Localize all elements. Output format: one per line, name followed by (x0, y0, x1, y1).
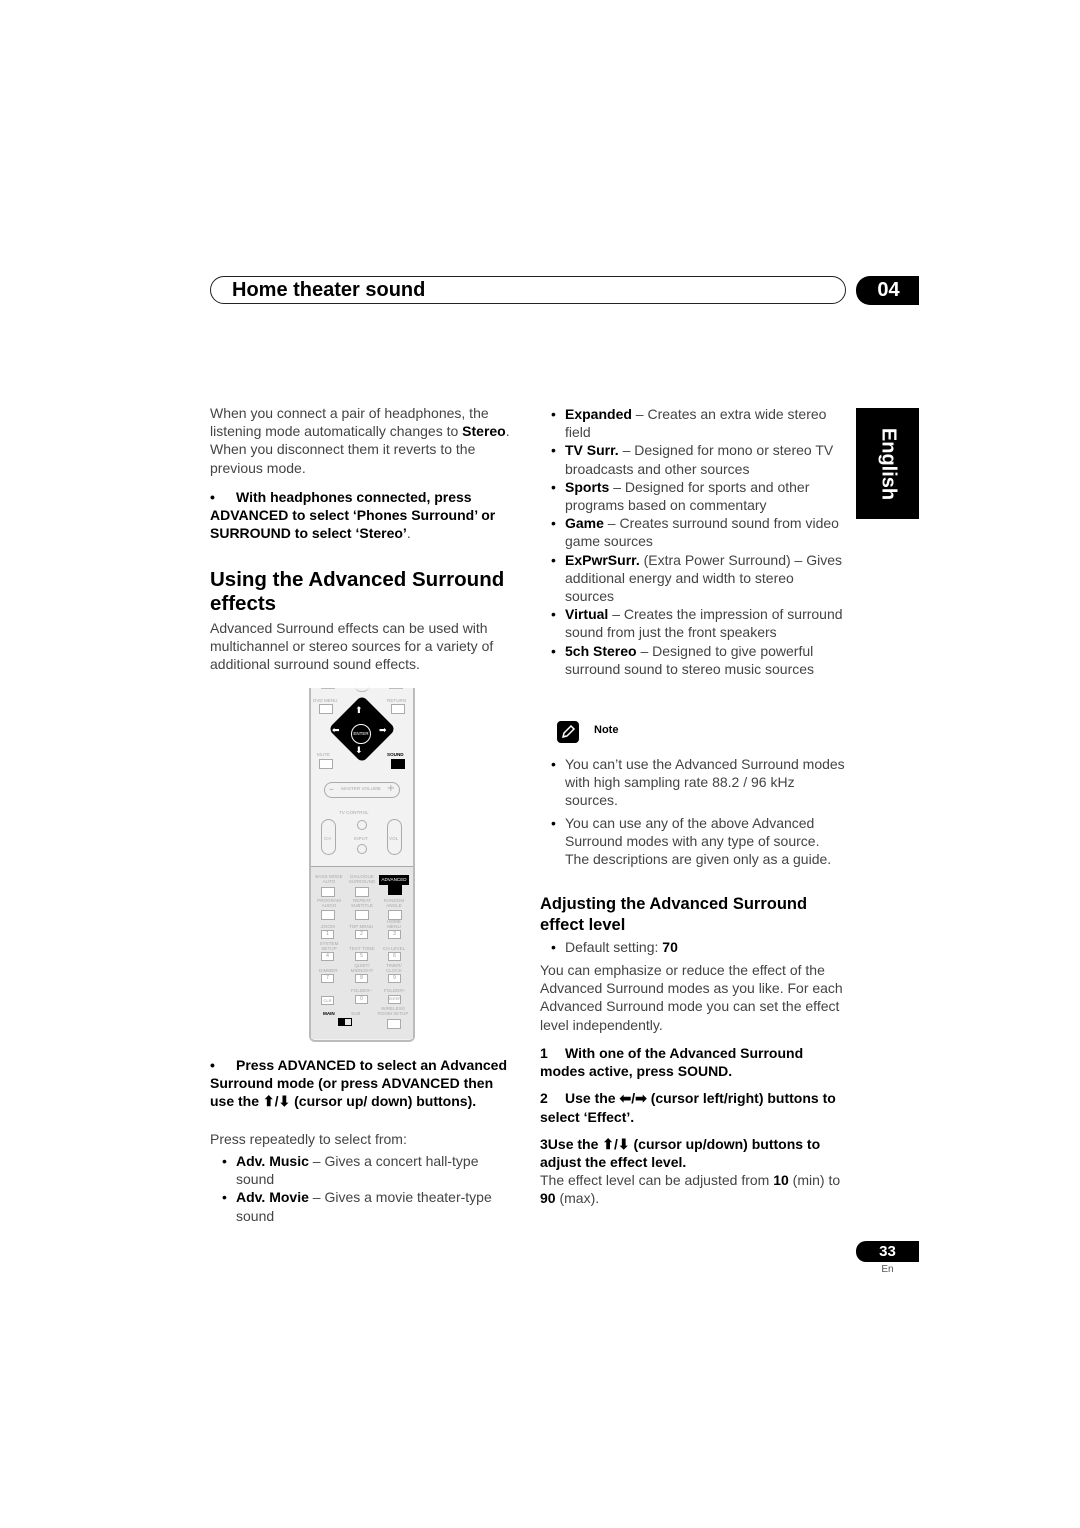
remote-label-mute: MUTE (317, 752, 331, 757)
step-2: 2 Use the ⬅/➡ (cursor left/right) buttons… (540, 1090, 836, 1125)
remote-mute-button (319, 759, 333, 769)
list-item: ExPwrSurr. (Extra Power Surround) – Give… (549, 551, 844, 606)
remote-label-master-volume: MASTER VOLUME (341, 786, 381, 791)
remote-label-dimmer: DIMMER (319, 968, 338, 973)
remote-digit-button: 3 (388, 930, 401, 939)
page-language: En (881, 1264, 894, 1275)
remote-enter-small-button: ENTER (388, 995, 401, 1004)
list-item: Sports – Designed for sports and other p… (549, 478, 844, 514)
remote-label-advanced: ADVANCED (379, 875, 409, 885)
remote-digit-button: 5 (355, 952, 368, 961)
language-label: English (877, 427, 899, 500)
remote-digit-button: 0 (355, 995, 368, 1004)
remote-label-main: MAIN (323, 1011, 335, 1016)
remote-input-button (357, 844, 367, 854)
remote-digit-button: 9 (388, 974, 401, 983)
list-item: 5ch Stereo – Designed to give powerful s… (549, 642, 844, 678)
headphones-instruction: • With headphones connected, press ADVANC… (210, 489, 496, 542)
right-mode-list: Expanded – Creates an extra wide stereo … (549, 405, 844, 678)
up-arrow-icon: ⬆ (355, 706, 363, 716)
language-tab: English (856, 408, 919, 519)
remote-label-folder-minus: FOLDER– (351, 988, 373, 993)
remote-label-input: INPUT (354, 836, 368, 841)
remote-label-test-tone: TEST TONE (349, 946, 375, 951)
section-intro: Advanced Surround effects can be used wi… (210, 620, 494, 673)
remote-label-top-menu: TOP MENU (349, 924, 374, 929)
remote-label-ch-level: CH LEVEL (383, 946, 406, 951)
remote-label-vol: VOL (389, 836, 399, 841)
remote-program-button (321, 910, 335, 920)
remote-repeat-button (355, 910, 369, 920)
list-item: Virtual – Creates the impression of surr… (549, 605, 844, 641)
remote-digit-button: 1 (321, 930, 334, 939)
remote-dialogue-button (355, 887, 369, 897)
remote-label-timer: TIMER/ CLOCK (386, 963, 402, 973)
remote-label-system-setup: SYSTEM SETUP (319, 941, 339, 951)
remote-dvd-menu-button (319, 704, 333, 714)
remote-label-home-menu: HOME MENU (387, 919, 401, 929)
remote-digit-button: 7 (321, 974, 334, 983)
remote-return-button (391, 704, 405, 714)
remote-clr-button: CLR (321, 996, 334, 1005)
steps-list: 1 With one of the Advanced Surround modes… (540, 1044, 845, 1208)
remote-digit-button: 6 (388, 952, 401, 961)
left-mode-list: Adv. Music – Gives a concert hall-type s… (220, 1152, 515, 1225)
adjust-heading: Adjusting the Advanced Surround effect l… (540, 895, 808, 934)
step-3: 3Use the ⬆/⬇ (cursor up/down) buttons to… (540, 1135, 821, 1171)
list-item: Adv. Music – Gives a concert hall-type s… (220, 1152, 515, 1188)
remote-label-wireless: WIRELESS ROOM SETUP (377, 1006, 409, 1016)
list-item: Adv. Movie – Gives a movie theater-type … (220, 1188, 515, 1224)
remote-label-zoom: ZOOM (321, 924, 335, 929)
remote-label-quiet: QUIET/ MIDNIGHT (350, 963, 374, 973)
remote-label-sound: SOUND (387, 752, 404, 757)
section-heading-advanced-surround: Using the Advanced Surround effects (210, 568, 505, 615)
remote-label-bass-mode: BASS MODE AUTO (315, 874, 343, 884)
remote-bass-mode-button (321, 887, 335, 897)
power-icon (357, 820, 367, 830)
remote-digit-button: 8 (355, 974, 368, 983)
list-item: You can use any of the above Advanced Su… (549, 814, 847, 869)
list-item: Expanded – Creates an extra wide stereo … (549, 405, 844, 441)
list-item: You can’t use the Advanced Surround mode… (549, 755, 847, 810)
left-arrow-icon: ⬅ (332, 726, 340, 736)
remote-digit-button: 4 (321, 952, 334, 961)
down-arrow-icon: ⬇ (355, 746, 363, 756)
remote-label-dialogue: DIALOGUE SURROUND (348, 874, 376, 884)
pencil-icon (557, 721, 579, 743)
default-setting: Default setting: 70 (549, 938, 844, 956)
note-list: You can’t use the Advanced Surround mode… (549, 755, 847, 872)
remote-label-tv-control: TV CONTROL (339, 810, 369, 815)
remote-label-folder-plus: FOLDER+ (384, 988, 406, 993)
remote-label-program: PROGRAM AUDIO (317, 898, 341, 908)
remote-main-sub-switch (338, 1018, 352, 1026)
default-setting-list: Default setting: 70 (549, 938, 844, 956)
headphones-intro: When you connect a pair of headphones, t… (210, 405, 510, 476)
range-text: The effect level can be adjusted from 10… (540, 1172, 841, 1207)
note-label: Note (594, 724, 619, 736)
remote-enter-button: ENTER (351, 724, 371, 744)
remote-digit-button: 2 (355, 930, 368, 939)
remote-wireless-button (387, 1019, 401, 1029)
press-repeatedly-text: Press repeatedly to select from: (210, 1131, 407, 1147)
remote-label-repeat: REPEAT SUBTITLE (351, 898, 373, 908)
chapter-number-tab: 04 (856, 276, 919, 305)
remote-control-illustration: DVD MENU RETURN ⬆ ⬇ ⬅ ➡ ENTER MUTE SOUND… (309, 688, 415, 1042)
list-item: Game – Creates surround sound from video… (549, 514, 844, 550)
press-advanced-instruction: • Press ADVANCED to select an Advanced Su… (210, 1057, 508, 1110)
stereo-term: Stereo (462, 423, 506, 440)
remote-label-dvd-menu: DVD MENU (313, 698, 338, 703)
section-title: Home theater sound (232, 279, 426, 301)
remote-label-return: RETURN (387, 698, 407, 703)
step-1: 1 With one of the Advanced Surround modes… (540, 1045, 804, 1080)
right-arrow-icon: ➡ (379, 726, 387, 736)
remote-label-random: RANDOM ANGLE (383, 898, 405, 908)
remote-label-ch: CH (324, 836, 331, 841)
remote-label-sub: SUB (351, 1011, 361, 1016)
remote-advanced-button (388, 885, 402, 895)
list-item: TV Surr. – Designed for mono or stereo T… (549, 441, 844, 477)
adjust-intro: You can emphasize or reduce the effect o… (540, 962, 843, 1033)
page-number: 33 (856, 1241, 919, 1262)
remote-sound-button (391, 759, 405, 769)
